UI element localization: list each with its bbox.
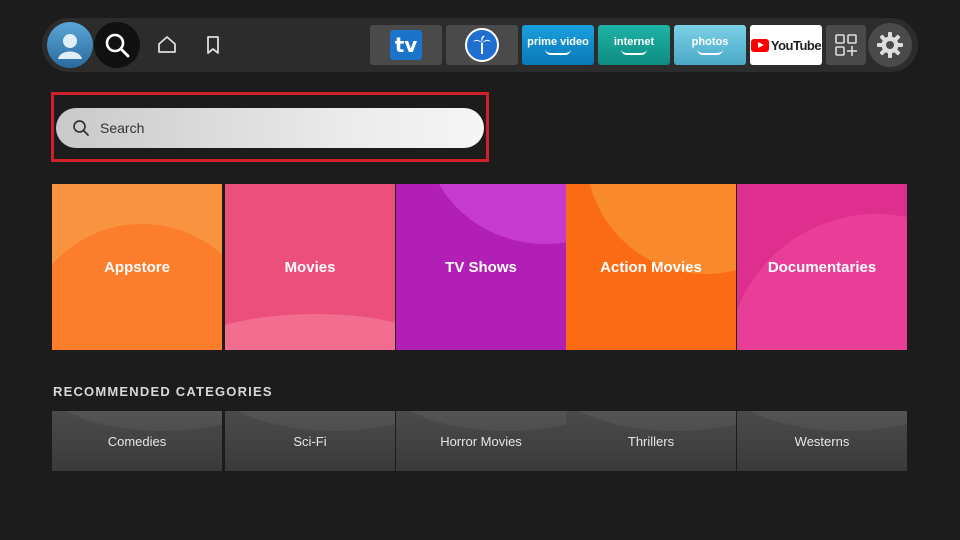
recommended-tile-sci-fi[interactable]: Sci-Fi (225, 411, 395, 471)
smile-arrow-icon (621, 49, 647, 55)
smile-arrow-icon (545, 49, 571, 55)
user-icon (58, 34, 82, 59)
search-input[interactable]: Search (56, 108, 484, 148)
app-tile-palm[interactable] (446, 25, 518, 65)
search-icon (73, 120, 89, 136)
prime-video-label: prime video (527, 35, 589, 48)
category-label: Movies (284, 258, 336, 276)
apps-grid-icon (835, 34, 857, 56)
category-tile-appstore[interactable]: Appstore (52, 184, 222, 350)
bookmark-icon (207, 36, 219, 54)
app-tile-internet[interactable]: internet (598, 25, 670, 65)
recommended-tile-thrillers[interactable]: Thrillers (566, 411, 736, 471)
category-label: Appstore (104, 258, 170, 276)
smile-arrow-icon (696, 49, 723, 55)
search-icon (105, 33, 130, 58)
nav-home-button[interactable] (144, 22, 190, 68)
home-icon (158, 36, 176, 53)
profile-avatar-button[interactable] (47, 22, 93, 68)
search-placeholder: Search (100, 120, 145, 136)
category-tile-tv-shows[interactable]: TV Shows (396, 184, 566, 350)
recommended-categories-heading: RECOMMENDED CATEGORIES (53, 384, 273, 399)
settings-button[interactable] (868, 23, 912, 67)
palm-tree-icon (465, 28, 499, 62)
app-tile-prime-video[interactable]: prime video (522, 25, 594, 65)
app-tile-tv[interactable]: tv (370, 25, 442, 65)
recommended-label: Westerns (794, 433, 850, 449)
recommended-label: Thrillers (627, 433, 675, 449)
category-label: TV Shows (445, 258, 517, 276)
recommended-label: Comedies (107, 433, 167, 449)
tv-app-logo: tv (390, 30, 422, 60)
category-tile-action-movies[interactable]: Action Movies (566, 184, 736, 350)
recommended-tile-westerns[interactable]: Westerns (737, 411, 907, 471)
recommended-label: Sci-Fi (293, 433, 327, 449)
recommended-tile-horror-movies[interactable]: Horror Movies (396, 411, 566, 471)
category-label: Action Movies (600, 258, 702, 276)
recommended-tile-comedies[interactable]: Comedies (52, 411, 222, 471)
internet-label: internet (613, 35, 655, 48)
youtube-label: YouTube (770, 37, 822, 53)
gear-icon (877, 32, 903, 58)
app-tile-youtube[interactable]: YouTube (750, 25, 822, 65)
top-nav-bar: tv prime video internet photos YouTube (42, 18, 918, 72)
nav-search-button[interactable] (94, 22, 140, 68)
category-tile-documentaries[interactable]: Documentaries (737, 184, 907, 350)
all-apps-button[interactable] (826, 25, 866, 65)
youtube-play-icon (750, 38, 769, 52)
category-tile-movies[interactable]: Movies (225, 184, 395, 350)
category-label: Documentaries (767, 258, 877, 276)
nav-watchlist-button[interactable] (190, 22, 236, 68)
photos-label: photos (691, 35, 729, 48)
app-tile-photos[interactable]: photos (674, 25, 746, 65)
recommended-label: Horror Movies (440, 433, 522, 449)
